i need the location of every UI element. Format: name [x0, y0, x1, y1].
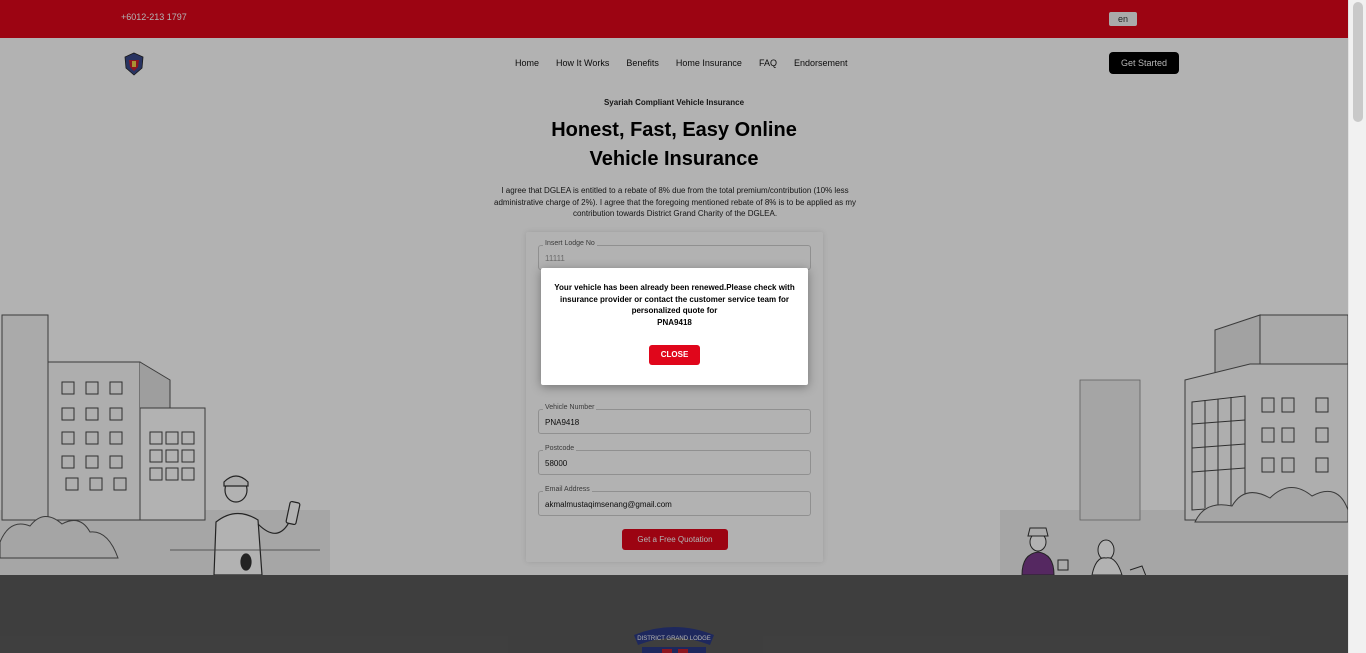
scrollbar-thumb[interactable]	[1353, 2, 1363, 122]
close-button[interactable]: CLOSE	[649, 345, 700, 365]
renewal-alert-message: Your vehicle has been already been renew…	[553, 282, 796, 328]
page-scrollbar[interactable]	[1348, 0, 1366, 653]
renewal-alert-dialog: Your vehicle has been already been renew…	[541, 268, 808, 385]
renewal-alert-text: Your vehicle has been already been renew…	[554, 283, 795, 315]
renewal-alert-plate: PNA9418	[657, 317, 692, 327]
page: +6012-213 1797 en Home How It Works Bene…	[0, 0, 1348, 653]
